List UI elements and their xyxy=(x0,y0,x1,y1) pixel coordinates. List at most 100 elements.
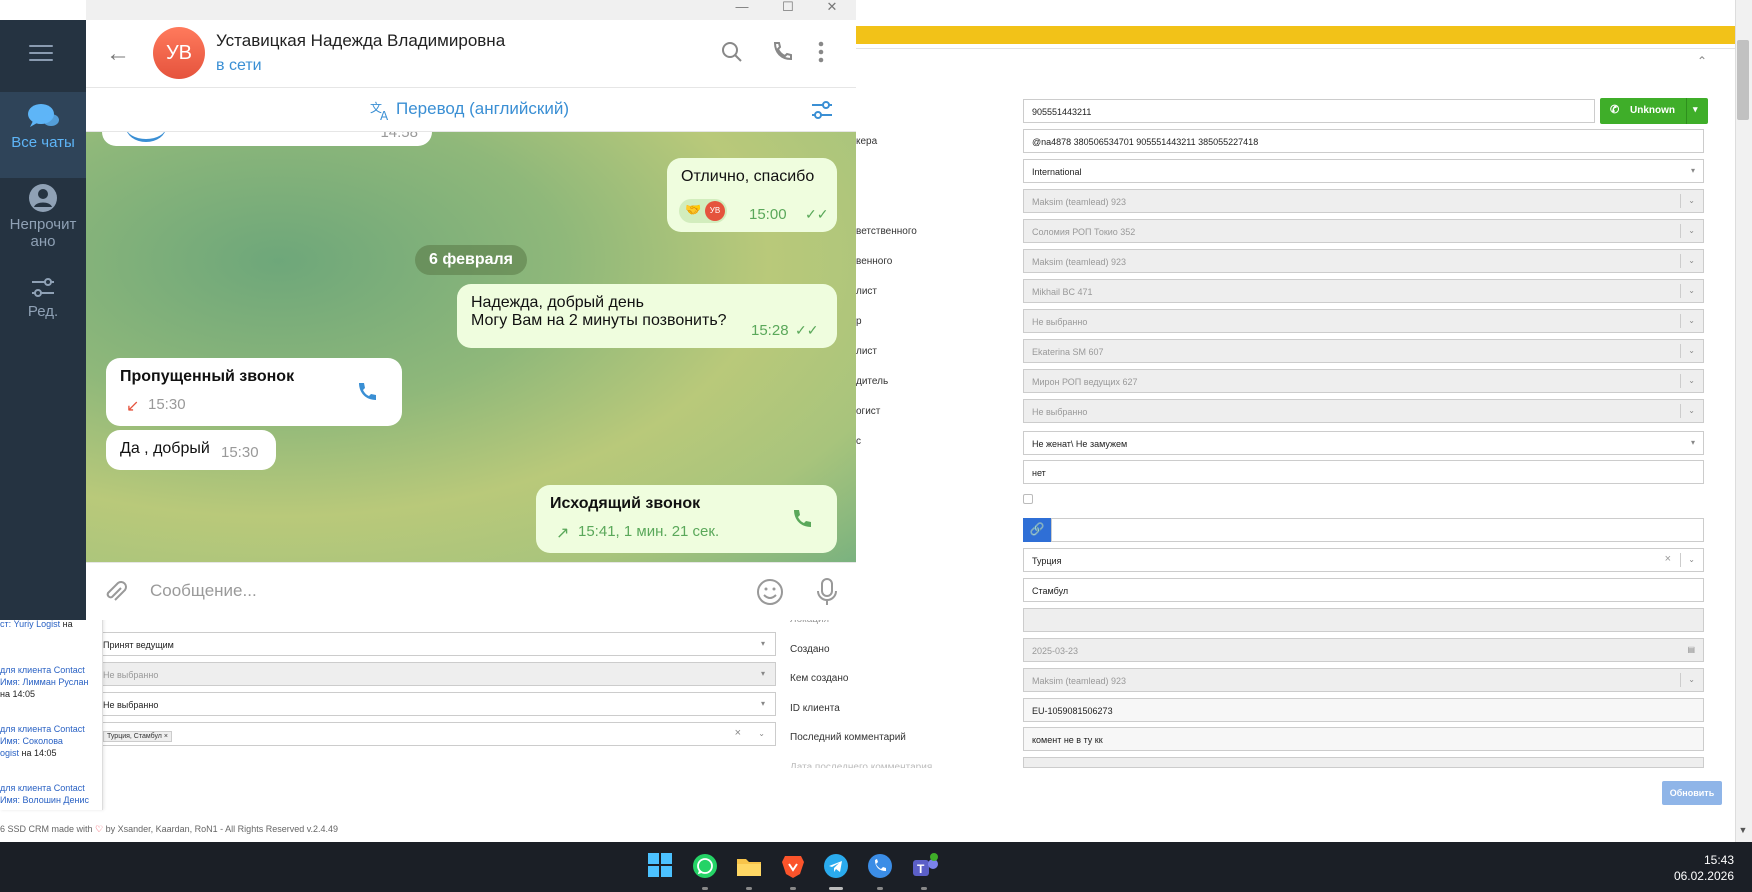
chat-header[interactable]: ← УВ Уставицкая Надежда Владимировна в с… xyxy=(86,20,856,88)
translate-settings-icon[interactable] xyxy=(810,99,834,121)
file-explorer-icon[interactable] xyxy=(735,852,763,880)
created-date-field[interactable]: 2025-03-23 ▤ xyxy=(1023,638,1704,662)
phone-icon: ✆ xyxy=(1610,104,1620,116)
notification-item[interactable]: для клиента Contact Имя: Лимман Руслан н… xyxy=(0,664,100,700)
folder-all-chats[interactable]: Все чаты xyxy=(0,92,86,178)
scroll-down-arrow-icon[interactable]: ▼ xyxy=(1737,825,1749,837)
svg-text:A: A xyxy=(380,109,389,122)
maximize-icon[interactable]: ☐ xyxy=(766,0,810,20)
teams-icon[interactable]: T xyxy=(910,852,938,880)
panel-divider xyxy=(855,48,1735,49)
specialist2-select[interactable]: Ekaterina SM 607 ⌄ xyxy=(1023,339,1704,363)
marital-select[interactable]: Не женат\ Не замужем ▾ xyxy=(1023,431,1704,455)
emoji-icon[interactable] xyxy=(756,578,784,606)
window-titlebar[interactable]: — ☐ ✕ xyxy=(86,0,856,20)
answer-field[interactable]: нет xyxy=(1023,460,1704,484)
tag-select[interactable]: Турция, Стамбул × × ⌄ xyxy=(98,722,776,746)
reaction-avatar: УВ xyxy=(705,201,725,221)
manager-select[interactable]: Не выбранно ⌄ xyxy=(1023,309,1704,333)
phone-field[interactable]: 905551443211 xyxy=(1023,99,1595,123)
link-icon[interactable]: 🔗 xyxy=(1023,518,1051,542)
taskbar: T 15:43 06.02.2026 xyxy=(0,842,1752,892)
market-select[interactable]: International ▾ xyxy=(1023,159,1704,183)
reaction-chip[interactable]: 🤝 УВ xyxy=(679,199,727,223)
collapse-chevron-icon[interactable]: ⌃ xyxy=(1695,54,1709,68)
specialist-select[interactable]: Mikhail BC 471 ⌄ xyxy=(1023,279,1704,303)
date-separator: 6 февраля xyxy=(415,245,527,275)
footer-text: 6 SSD CRM made with ♡ by Xsander, Kaarda… xyxy=(0,824,339,834)
message-bubble-incoming[interactable]: Да , добрый 15:30 xyxy=(106,430,276,470)
message-composer[interactable]: Сообщение... xyxy=(86,562,856,620)
responsible-select[interactable]: Maksim (teamlead) 923 ⌄ xyxy=(1023,249,1704,273)
logist-select[interactable]: Не выбранно ⌄ xyxy=(1023,399,1704,423)
message-bubble-outgoing[interactable]: Надежда, добрый день Могу Вам на 2 минут… xyxy=(457,284,837,348)
call-again-icon[interactable] xyxy=(790,507,814,531)
search-icon[interactable] xyxy=(720,40,744,64)
page-scrollbar[interactable] xyxy=(1735,0,1752,842)
back-arrow-icon[interactable]: ← xyxy=(106,40,130,68)
double-check-icon: ✓✓ xyxy=(795,322,819,338)
phone-app-icon[interactable] xyxy=(866,852,894,880)
attach-paperclip-icon[interactable] xyxy=(102,579,128,605)
phone-call-icon[interactable] xyxy=(770,40,794,64)
location-field[interactable] xyxy=(1023,608,1704,632)
outgoing-call-bubble[interactable]: Исходящий звонок ↗ 15:41, 1 мин. 21 сек. xyxy=(536,485,837,553)
chat-messages-area[interactable]: 14:58 Отлично, спасибо 🤝 УВ 15:00 ✓✓ 6 ф… xyxy=(86,132,856,562)
notification-item[interactable]: для клиента Contact Имя: Соколова ogist … xyxy=(0,723,100,759)
left-select-3[interactable]: Не выбранно ▾ xyxy=(98,692,776,716)
brave-browser-icon[interactable] xyxy=(779,852,807,880)
close-icon[interactable]: ✕ xyxy=(810,0,854,20)
label-contacts: кера xyxy=(856,136,878,147)
missed-call-bubble[interactable]: Пропущенный звонок ↙ 15:30 xyxy=(106,358,402,426)
created-by-select[interactable]: Maksim (teamlead) 923 ⌄ xyxy=(1023,668,1704,692)
last-comment-field[interactable]: комент не в ту кк xyxy=(1023,727,1704,751)
more-options-icon[interactable] xyxy=(816,40,826,64)
call-button[interactable]: ✆ Unknown ▾ xyxy=(1600,98,1708,124)
link-field[interactable] xyxy=(1051,518,1704,542)
translate-bar[interactable]: 文A Перевод (английский) xyxy=(86,88,856,132)
contacts-field[interactable]: @na4878 380506534701 905551443211 385055… xyxy=(1023,129,1704,153)
label-specialist2: лист xyxy=(856,346,878,357)
rop-select[interactable]: Соломия РОП Токио 352 ⌄ xyxy=(1023,219,1704,243)
label-last-comment: Последний комментарий xyxy=(790,732,906,743)
call-back-icon[interactable] xyxy=(355,380,379,404)
call-dropdown-icon[interactable]: ▾ xyxy=(1693,104,1698,115)
city-field[interactable]: Стамбул xyxy=(1023,578,1704,602)
folder-edit[interactable]: Ред. xyxy=(0,275,86,335)
notification-item[interactable]: для клиента Contact Имя: Волошин Денис xyxy=(0,782,100,806)
handshake-emoji-icon: 🤝 xyxy=(685,202,702,217)
label-responsible2: венного xyxy=(856,256,893,267)
teamlead-select[interactable]: Maksim (teamlead) 923 ⌄ xyxy=(1023,189,1704,213)
client-id-field[interactable]: EU-1059081506273 xyxy=(1023,698,1704,722)
label-manager: р xyxy=(856,316,862,327)
leader-select[interactable]: Мирон РОП ведущих 627 ⌄ xyxy=(1023,369,1704,393)
online-status: в сети xyxy=(216,57,262,74)
chat-title[interactable]: Уставицкая Надежда Владимировна xyxy=(216,31,505,51)
avatar[interactable]: УВ xyxy=(153,27,205,79)
update-button[interactable]: Обновить xyxy=(1662,781,1722,805)
telegram-icon[interactable] xyxy=(822,852,850,880)
whatsapp-icon[interactable] xyxy=(691,852,719,880)
minimize-icon[interactable]: — xyxy=(720,0,764,20)
last-comment-date-field[interactable] xyxy=(1023,757,1704,768)
left-select-2[interactable]: Не выбранно ▾ xyxy=(98,662,776,686)
missed-call-arrow-icon: ↙ xyxy=(126,398,140,415)
label-created-by: Кем создано xyxy=(790,673,849,684)
microphone-icon[interactable] xyxy=(816,577,838,607)
message-input[interactable]: Сообщение... xyxy=(150,581,257,601)
translate-label[interactable]: Перевод (английский) xyxy=(396,99,569,119)
checkbox[interactable] xyxy=(1023,494,1033,504)
tag-chip: Турция, Стамбул × xyxy=(103,731,172,742)
folder-unread[interactable]: Непрочит ано xyxy=(0,180,86,270)
country-select[interactable]: Турция × ⌄ xyxy=(1023,548,1704,572)
scrollbar-thumb[interactable] xyxy=(1737,40,1749,120)
label-marital: с xyxy=(856,436,861,447)
label-created: Создано xyxy=(790,644,830,655)
hamburger-menu-icon[interactable] xyxy=(29,45,53,66)
folders-sidebar: Все чаты Непрочит ано Ред. xyxy=(0,20,86,620)
message-bubble-outgoing[interactable]: Отлично, спасибо 🤝 УВ 15:00 ✓✓ xyxy=(667,158,837,232)
windows-start-icon[interactable] xyxy=(647,852,675,880)
label-responsible: ветственного xyxy=(856,226,917,237)
system-clock[interactable]: 15:43 06.02.2026 xyxy=(1674,852,1734,884)
status-select[interactable]: Принят ведущим ▾ xyxy=(98,632,776,656)
